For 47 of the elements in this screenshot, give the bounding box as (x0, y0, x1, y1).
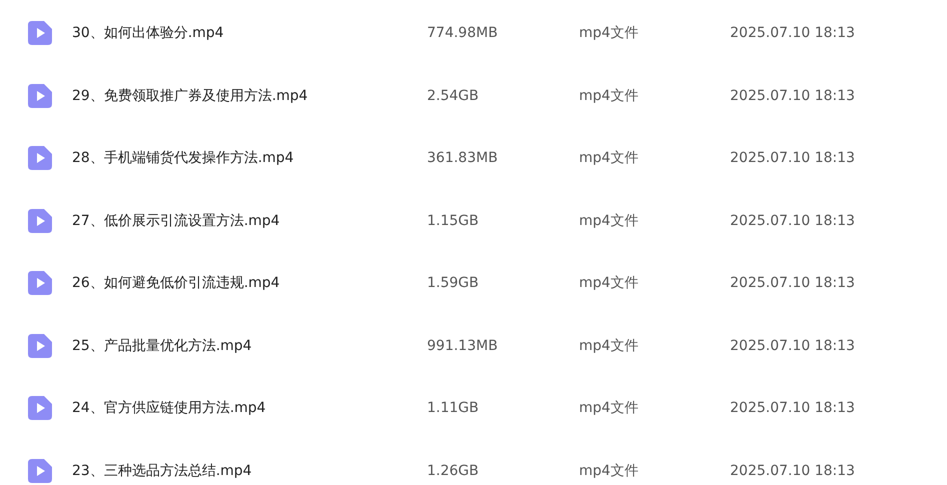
file-size: 774.98MB (427, 25, 499, 42)
file-size: 1.15GB (427, 212, 480, 229)
file-row[interactable]: 26、如何避免低价引流违规.mp4 1.59GB mp4文件 2025.07.10 18:13 (0, 252, 947, 314)
file-type: mp4文件 (579, 274, 640, 292)
file-row[interactable]: 27、低价展示引流设置方法.mp4 1.15GB mp4文件 2025.07.10 18:13 (0, 190, 947, 252)
modified-date: 2025.07.10 18:13 (730, 88, 855, 104)
file-size: 2.54GB (427, 88, 480, 104)
file-name: 25、产品批量优化方法.mp4 (72, 336, 253, 355)
modified-date: 2025.07.10 18:13 (730, 212, 855, 229)
file-type: mp4文件 (579, 86, 640, 105)
video-file-icon (28, 271, 52, 296)
file-name: 30、如何出体验分.mp4 (72, 24, 225, 42)
file-name: 28、手机端铺货代发操作方法.mp4 (72, 149, 295, 168)
file-type: mp4文件 (579, 149, 640, 168)
file-row[interactable]: 25、产品批量优化方法.mp4 991.13MB mp4文件 2025.07.10 18:13 (0, 314, 947, 377)
file-size: 361.83MB (427, 150, 499, 166)
file-name: 29、免费领取推广券及使用方法.mp4 (72, 86, 309, 105)
modified-date: 2025.07.10 18:13 (730, 150, 855, 166)
file-name: 24、官方供应链使用方法.mp4 (72, 399, 267, 418)
file-name: 27、低价展示引流设置方法.mp4 (72, 212, 281, 230)
video-file-icon (28, 396, 52, 420)
file-name: 23、三种选品方法总结.mp4 (72, 462, 253, 480)
video-file-icon (28, 208, 52, 233)
file-name: 26、如何避免低价引流违规.mp4 (72, 274, 281, 292)
modified-date: 2025.07.10 18:13 (730, 400, 855, 416)
video-file-icon (28, 334, 52, 358)
file-row[interactable]: 23、三种选品方法总结.mp4 1.26GB mp4文件 2025.07.10 18:13 (0, 440, 947, 485)
modified-date: 2025.07.10 18:13 (730, 25, 855, 42)
file-type: mp4文件 (579, 24, 640, 42)
file-type: mp4文件 (579, 462, 640, 480)
file-size: 1.11GB (427, 400, 480, 416)
file-type: mp4文件 (579, 399, 640, 418)
video-file-icon (28, 146, 52, 170)
file-row[interactable]: 29、免费领取推广券及使用方法.mp4 2.54GB mp4文件 2025.07.10 18:13 (0, 64, 947, 127)
file-size: 1.26GB (427, 462, 480, 479)
file-size: 991.13MB (427, 338, 499, 354)
file-size: 1.59GB (427, 275, 480, 292)
file-row[interactable]: 24、官方供应链使用方法.mp4 1.11GB mp4文件 2025.07.10 18:13 (0, 377, 947, 440)
file-row[interactable]: 30、如何出体验分.mp4 774.98MB mp4文件 2025.07.10 18:13 (0, 2, 947, 64)
file-type: mp4文件 (579, 212, 640, 230)
video-file-icon (28, 21, 52, 46)
video-file-icon (28, 84, 52, 108)
file-row[interactable]: 28、手机端铺货代发操作方法.mp4 361.83MB mp4文件 2025.07.10 18:13 (0, 127, 947, 190)
modified-date: 2025.07.10 18:13 (730, 338, 855, 354)
modified-date: 2025.07.10 18:13 (730, 275, 855, 292)
modified-date: 2025.07.10 18:13 (730, 462, 855, 479)
file-type: mp4文件 (579, 336, 640, 355)
